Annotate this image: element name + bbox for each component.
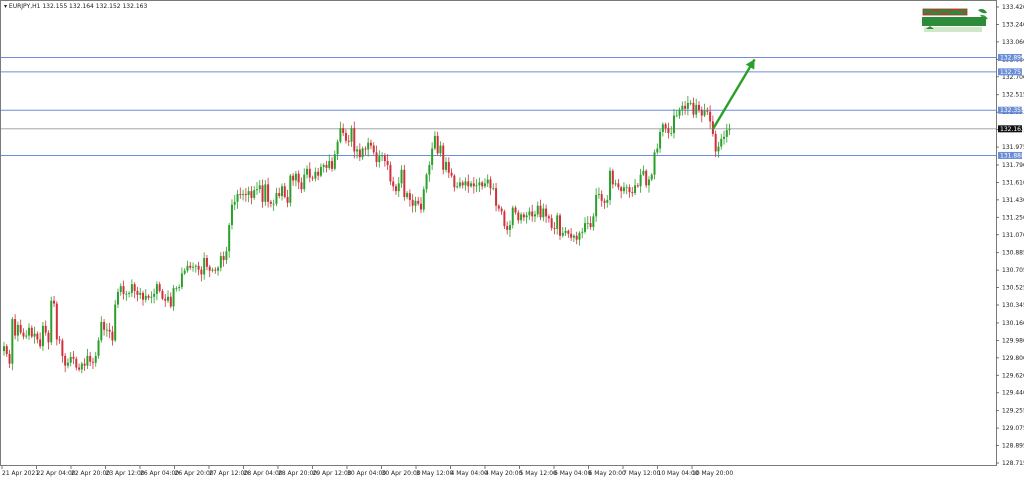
candle [403,164,406,201]
svg-text:131.888: 131.888 [1000,152,1024,159]
level-price-tag: 132.355 [998,106,1024,114]
price-chart[interactable]: 133.420133.240133.060132.880132.700132.5… [0,0,1024,479]
x-tick-label: 23 Apr 12:00 [106,470,145,477]
y-tick-label: 129.800 [1002,355,1024,362]
y-tick-label: 133.240 [1002,21,1024,28]
candle [442,142,445,175]
candle [609,167,612,205]
y-tick-label: 131.070 [1002,232,1024,239]
candle [289,173,292,207]
svg-text:132.355: 132.355 [1000,107,1024,114]
brand-logo [920,6,994,36]
current-price-tag: 132.163 [998,125,1024,133]
x-tick-label: 27 Apr 12:00 [209,470,248,477]
candle [50,296,53,346]
x-tick-label: 28 Apr 20:00 [278,470,317,477]
x-tick-label: 3 May 12:00 [416,470,454,477]
x-tick-label: 7 May 12:00 [623,470,661,477]
chart-header: ▾ EURJPY,H1 132.155 132.164 132.152 132.… [4,3,147,10]
svg-text:132.899: 132.899 [1000,54,1024,61]
x-tick-label: 21 Apr 2021 [2,470,39,477]
y-tick-label: 131.610 [1002,179,1024,186]
y-tick-label: 130.705 [1002,267,1024,274]
y-tick-label: 129.075 [1002,425,1024,432]
y-tick-label: 130.345 [1002,302,1024,309]
y-tick-label: 130.885 [1002,250,1024,257]
x-tick-label: 4 May 20:00 [485,470,523,477]
y-tick-label: 129.440 [1002,390,1024,397]
level-price-tag: 132.751 [998,68,1024,76]
svg-text:132.163: 132.163 [1000,126,1024,133]
candle [389,161,392,185]
y-tick-label: 128.895 [1002,443,1024,450]
candle [97,337,100,359]
y-tick-label: 130.525 [1002,285,1024,292]
candle [645,169,648,188]
level-price-tag: 132.899 [998,53,1024,61]
y-tick-label: 128.715 [1002,460,1024,467]
x-tick-label: 30 Apr 20:00 [382,470,421,477]
x-tick-label: 6 May 20:00 [589,470,627,477]
y-tick-label: 129.620 [1002,372,1024,379]
y-tick-label: 131.250 [1002,214,1024,221]
candle [422,186,425,213]
candle [11,317,14,371]
x-tick-label: 30 Apr 04:00 [347,470,386,477]
x-tick-label: 22 Apr 20:00 [71,470,110,477]
y-tick-label: 132.515 [1002,92,1024,99]
level-price-tag: 131.888 [998,151,1024,159]
y-tick-label: 129.980 [1002,337,1024,344]
x-tick-label: 5 May 12:00 [520,470,558,477]
x-tick-label: 29 Apr 12:00 [313,470,352,477]
chart-window[interactable]: 133.420133.240133.060132.880132.700132.5… [0,0,1024,479]
candle [114,299,117,342]
x-tick-label: 28 Apr 04:00 [244,470,283,477]
y-tick-label: 129.255 [1002,408,1024,415]
y-tick-label: 130.160 [1002,320,1024,327]
x-tick-label: 26 Apr 20:00 [175,470,214,477]
candle [55,301,58,346]
svg-text:132.751: 132.751 [1000,69,1024,76]
y-tick-label: 133.420 [1002,4,1024,11]
y-tick-label: 131.430 [1002,197,1024,204]
y-tick-label: 133.060 [1002,39,1024,46]
y-tick-label: 131.790 [1002,162,1024,169]
y-tick-label: 131.975 [1002,144,1024,151]
x-tick-label: 26 Apr 04:00 [140,470,179,477]
x-tick-label: 4 May 04:00 [451,470,489,477]
x-tick-label: 10 May 20:00 [692,470,733,477]
x-tick-label: 22 Apr 04:00 [37,470,76,477]
x-tick-label: 6 May 04:00 [554,470,592,477]
plot-frame [0,0,997,466]
